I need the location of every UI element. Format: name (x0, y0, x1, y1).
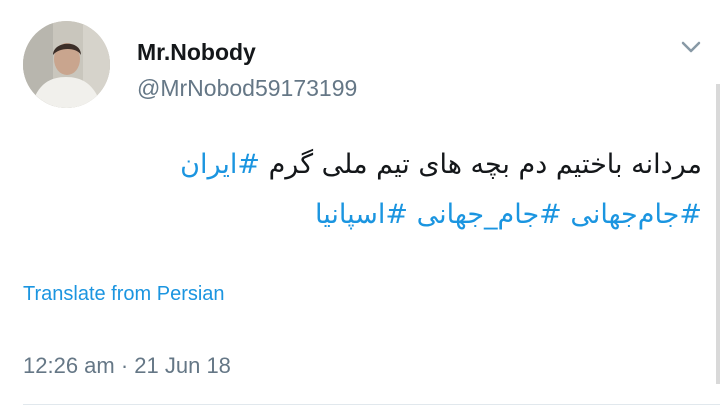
user-handle[interactable]: @MrNobod59173199 (137, 74, 357, 102)
tweet-text-segment (408, 199, 417, 230)
chevron-down-icon[interactable] (679, 39, 703, 55)
hashtag-link[interactable]: #ایران (180, 149, 260, 180)
scrollbar[interactable] (716, 84, 720, 384)
hashtag-link[interactable]: #اسپانیا (315, 199, 408, 230)
hashtag-link[interactable]: #جام‌جهانی (570, 199, 702, 230)
avatar[interactable] (23, 21, 110, 108)
avatar-image (23, 21, 110, 108)
translate-link[interactable]: Translate from Persian (23, 281, 225, 307)
display-name[interactable]: Mr.Nobody (137, 38, 256, 66)
tweet-timestamp[interactable]: 12:26 am · 21 Jun 18 (23, 352, 231, 380)
tweet-card: Mr.Nobody @MrNobod59173199 مردانه باختیم… (0, 0, 720, 409)
tweet-text: مردانه باختیم دم بچه های تیم ملی گرم #ای… (62, 140, 702, 240)
tweet-text-segment: مردانه باختیم دم بچه های تیم ملی گرم (260, 149, 702, 180)
hashtag-link[interactable]: #جام_جهانی (417, 199, 562, 230)
divider (23, 404, 720, 405)
